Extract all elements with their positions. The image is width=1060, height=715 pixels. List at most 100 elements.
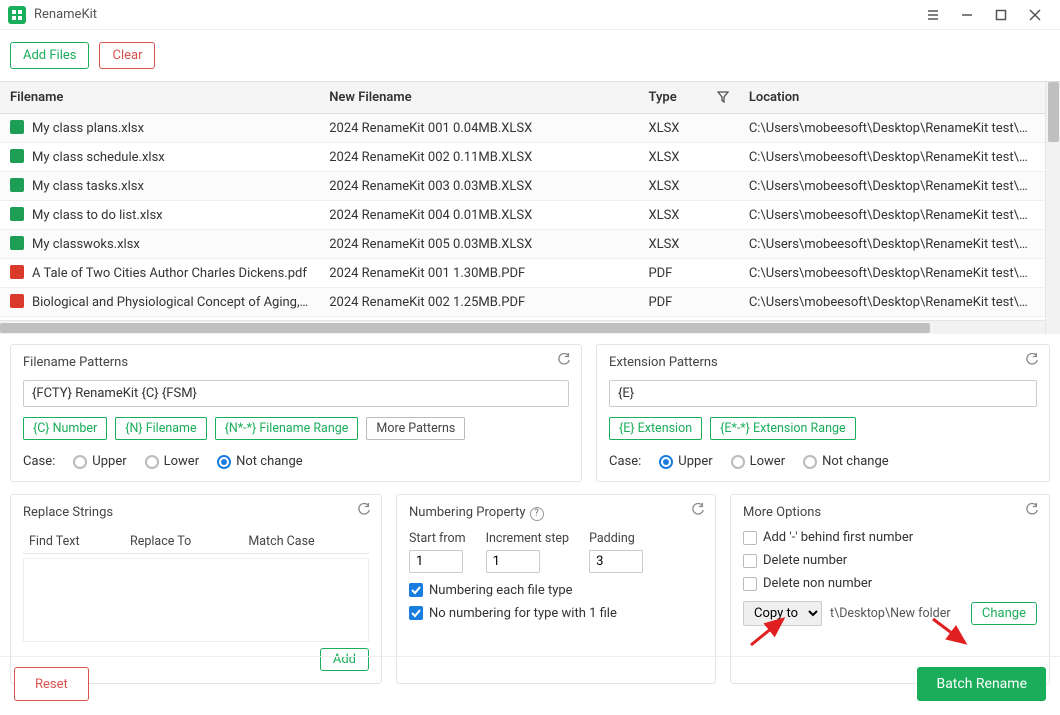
- cell-type: PDF: [638, 259, 738, 288]
- cell-filename: Biological and Physiological Concept of …: [0, 288, 319, 317]
- col-header-filename[interactable]: Filename: [0, 82, 319, 114]
- dest-path: t\Desktop\New folder: [830, 606, 963, 621]
- case-label: Case:: [23, 454, 55, 469]
- padding-label: Padding: [589, 531, 643, 546]
- refresh-icon[interactable]: [1025, 353, 1039, 371]
- maximize-icon[interactable]: [984, 0, 1018, 30]
- close-icon[interactable]: [1018, 0, 1052, 30]
- checkbox-delete-non-number[interactable]: Delete non number: [743, 576, 1037, 591]
- checkbox-add-dash[interactable]: Add '-' behind first number: [743, 530, 1037, 545]
- vertical-scrollbar[interactable]: [1045, 82, 1060, 334]
- batch-rename-button[interactable]: Batch Rename: [917, 667, 1046, 701]
- cell-type: XLSX: [638, 172, 738, 201]
- refresh-icon[interactable]: [1025, 503, 1039, 521]
- cell-filename: My classwoks.xlsx: [0, 230, 319, 259]
- filename-patterns-panel: Filename Patterns {C} Number {N} Filenam…: [10, 344, 582, 482]
- table-row[interactable]: My classwoks.xlsx2024 RenameKit 005 0.03…: [0, 230, 1045, 259]
- toolbar: Add Files Clear: [0, 30, 1060, 81]
- panel-title: More Options: [743, 505, 1037, 520]
- action-select[interactable]: Copy to: [743, 601, 822, 626]
- table-row[interactable]: My class to do list.xlsx2024 RenameKit 0…: [0, 201, 1045, 230]
- padding-input[interactable]: [589, 550, 643, 573]
- cell-location: C:\Users\mobeesoft\Desktop\RenameKit tes…: [739, 172, 1045, 201]
- cell-type: PDF: [638, 288, 738, 317]
- panel-title: Extension Patterns: [609, 355, 1037, 370]
- tag-filename-range[interactable]: {N*-*} Filename Range: [215, 417, 359, 440]
- increment-label: Increment step: [486, 531, 569, 546]
- xlsx-file-icon: [10, 207, 24, 221]
- cell-type: XLSX: [638, 230, 738, 259]
- checkbox-each-type[interactable]: Numbering each file type: [409, 583, 703, 598]
- cell-location: C:\Users\mobeesoft\Desktop\RenameKit tes…: [739, 230, 1045, 259]
- pdf-file-icon: [10, 265, 24, 279]
- radio-upper[interactable]: Upper: [73, 454, 126, 469]
- filter-icon[interactable]: [717, 91, 729, 107]
- cell-type: XLSX: [638, 143, 738, 172]
- tag-n-filename[interactable]: {N} Filename: [115, 417, 206, 440]
- refresh-icon[interactable]: [557, 353, 571, 371]
- cell-filename: My class tasks.xlsx: [0, 172, 319, 201]
- xlsx-file-icon: [10, 178, 24, 192]
- cell-filename: My class schedule.xlsx: [0, 143, 319, 172]
- app-icon: [8, 6, 26, 24]
- xlsx-file-icon: [10, 149, 24, 163]
- extension-pattern-input[interactable]: [609, 380, 1037, 407]
- cell-location: C:\Users\mobeesoft\Desktop\RenameKit tes…: [739, 201, 1045, 230]
- cell-location: C:\Users\mobeesoft\Desktop\RenameKit tes…: [739, 114, 1045, 143]
- radio-lower[interactable]: Lower: [731, 454, 785, 469]
- case-label: Case:: [609, 454, 641, 469]
- table-row[interactable]: My class tasks.xlsx2024 RenameKit 003 0.…: [0, 172, 1045, 201]
- cell-filename: My class plans.xlsx: [0, 114, 319, 143]
- file-table-wrap: Filename New Filename Type Location My c…: [0, 81, 1060, 334]
- cell-new-filename: 2024 RenameKit 002 1.25MB.PDF: [319, 288, 638, 317]
- filename-pattern-input[interactable]: [23, 380, 569, 407]
- panels-area: Filename Patterns {C} Number {N} Filenam…: [0, 334, 1060, 706]
- refresh-icon[interactable]: [357, 503, 371, 521]
- tag-e-extension[interactable]: {E} Extension: [609, 417, 702, 440]
- cell-new-filename: 2024 RenameKit 004 0.01MB.XLSX: [319, 201, 638, 230]
- table-row[interactable]: Biological and Physiological Concept of …: [0, 288, 1045, 317]
- cell-location: C:\Users\mobeesoft\Desktop\RenameKit tes…: [739, 259, 1045, 288]
- footer: Reset Batch Rename: [0, 656, 1060, 715]
- cell-new-filename: 2024 RenameKit 001 1.30MB.PDF: [319, 259, 638, 288]
- cell-new-filename: 2024 RenameKit 005 0.03MB.XLSX: [319, 230, 638, 259]
- checkbox-delete-number[interactable]: Delete number: [743, 553, 1037, 568]
- col-match-case: Match Case: [242, 530, 369, 554]
- cell-new-filename: 2024 RenameKit 002 0.11MB.XLSX: [319, 143, 638, 172]
- cell-type: XLSX: [638, 114, 738, 143]
- table-header-row: Filename New Filename Type Location: [0, 82, 1045, 114]
- tag-extension-range[interactable]: {E*-*} Extension Range: [710, 417, 856, 440]
- change-button[interactable]: Change: [971, 602, 1037, 625]
- table-row[interactable]: A Tale of Two Cities Author Charles Dick…: [0, 259, 1045, 288]
- radio-upper[interactable]: Upper: [659, 454, 712, 469]
- increment-input[interactable]: [486, 550, 540, 573]
- replace-body[interactable]: [23, 558, 369, 642]
- cell-location: C:\Users\mobeesoft\Desktop\RenameKit tes…: [739, 288, 1045, 317]
- radio-not-change[interactable]: Not change: [803, 454, 889, 469]
- tag-c-number[interactable]: {C} Number: [23, 417, 107, 440]
- col-header-location[interactable]: Location: [739, 82, 1045, 114]
- panel-title: Filename Patterns: [23, 355, 569, 370]
- start-from-input[interactable]: [409, 550, 463, 573]
- titlebar: RenameKit: [0, 0, 1060, 30]
- pdf-file-icon: [10, 294, 24, 308]
- cell-filename: My class to do list.xlsx: [0, 201, 319, 230]
- menu-icon[interactable]: [916, 0, 950, 30]
- clear-button[interactable]: Clear: [99, 42, 155, 69]
- table-row[interactable]: My class schedule.xlsx2024 RenameKit 002…: [0, 143, 1045, 172]
- refresh-icon[interactable]: [691, 503, 705, 521]
- add-files-button[interactable]: Add Files: [10, 42, 89, 69]
- col-header-type[interactable]: Type: [638, 82, 738, 114]
- cell-filename: A Tale of Two Cities Author Charles Dick…: [0, 259, 319, 288]
- info-icon[interactable]: ?: [530, 507, 544, 521]
- reset-button[interactable]: Reset: [14, 667, 89, 701]
- col-find-text: Find Text: [23, 530, 124, 554]
- horizontal-scrollbar[interactable]: [0, 320, 1045, 334]
- more-patterns-button[interactable]: More Patterns: [366, 417, 465, 440]
- minimize-icon[interactable]: [950, 0, 984, 30]
- table-row[interactable]: My class plans.xlsx2024 RenameKit 001 0.…: [0, 114, 1045, 143]
- checkbox-no-numbering-1file[interactable]: No numbering for type with 1 file: [409, 606, 703, 621]
- radio-lower[interactable]: Lower: [145, 454, 199, 469]
- col-header-new-filename[interactable]: New Filename: [319, 82, 638, 114]
- radio-not-change[interactable]: Not change: [217, 454, 303, 469]
